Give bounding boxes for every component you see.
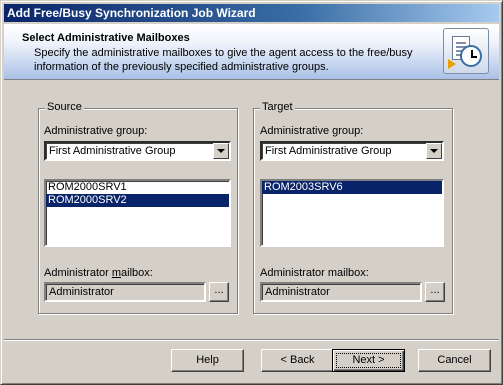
source-group-label: Administrative group: — [44, 125, 148, 137]
target-mailbox-value: Administrator — [265, 286, 330, 298]
window-title: Add Free/Busy Synchronization Job Wizard — [4, 4, 499, 22]
wizard-window: Add Free/Busy Synchronization Job Wizard… — [0, 0, 503, 385]
target-mailbox-label: Administrator mailbox: — [260, 267, 369, 279]
source-browse-button[interactable]: ... — [209, 282, 229, 302]
source-mailbox-label: Administrator mailbox: — [44, 267, 153, 279]
target-legend: Target — [260, 101, 295, 113]
wizard-calendar-clock-icon — [443, 28, 489, 74]
chevron-down-icon[interactable] — [426, 143, 442, 159]
source-group-value: First Administrative Group — [49, 145, 176, 157]
chevron-down-icon[interactable] — [213, 143, 229, 159]
target-group-value: First Administrative Group — [265, 145, 392, 157]
cancel-button[interactable]: Cancel — [418, 349, 491, 372]
focus-rect — [336, 353, 401, 368]
back-button[interactable]: < Back — [261, 349, 334, 372]
target-server-list[interactable]: ROM2003SRV6 — [260, 179, 444, 247]
source-group-select[interactable]: First Administrative Group — [44, 141, 231, 161]
next-button[interactable]: Next > — [332, 349, 405, 372]
list-item[interactable]: ROM2000SRV2 — [46, 194, 229, 207]
page-title: Select Administrative Mailboxes — [22, 32, 190, 44]
wizard-header: Select Administrative Mailboxes Specify … — [4, 24, 499, 80]
target-group-select[interactable]: First Administrative Group — [260, 141, 444, 161]
source-legend: Source — [45, 101, 84, 113]
page-description: Specify the administrative mailboxes to … — [34, 47, 413, 73]
help-button[interactable]: Help — [171, 349, 244, 372]
target-group-label: Administrative group: — [260, 125, 364, 137]
target-browse-button[interactable]: ... — [425, 282, 445, 302]
source-mailbox-field[interactable]: Administrator — [44, 282, 206, 302]
footer-divider — [4, 339, 499, 341]
list-item[interactable]: ROM2003SRV6 — [262, 181, 442, 194]
target-mailbox-field[interactable]: Administrator — [260, 282, 422, 302]
source-mailbox-value: Administrator — [49, 286, 114, 298]
source-server-list[interactable]: ROM2000SRV1 ROM2000SRV2 — [44, 179, 231, 247]
list-item[interactable]: ROM2000SRV1 — [46, 181, 229, 194]
